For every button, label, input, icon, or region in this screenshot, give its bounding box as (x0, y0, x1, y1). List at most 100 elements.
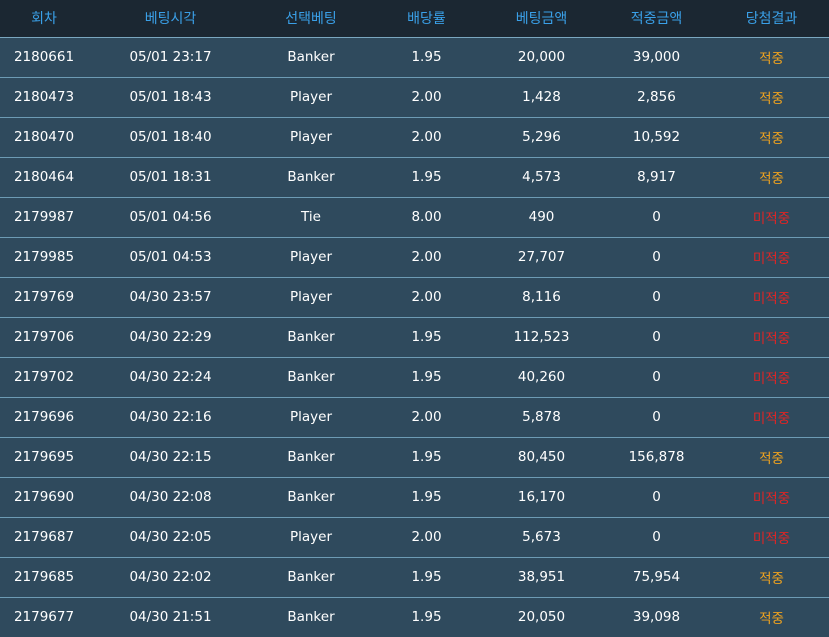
cell-result: 적중 (714, 37, 829, 78)
cell-round: 2179677 (13, 609, 75, 626)
cell-bet-amount: 80,450 (484, 437, 599, 478)
column-header-bet-amount: 베팅금액 (484, 0, 599, 38)
cell-payout: 75,954 (599, 557, 714, 598)
cell-bet-time: 04/30 22:15 (88, 437, 253, 478)
cell-bet-amount: 16,170 (484, 477, 599, 518)
cell-payout: 39,000 (599, 37, 714, 78)
cell-payout: 0 (599, 477, 714, 518)
cell-bet-time: 05/01 18:40 (88, 117, 253, 158)
cell-payout: 39,098 (632, 609, 681, 626)
cell-bet-amount: 40,260 (484, 357, 599, 398)
table-row: 2179695 04/30 22:15 Banker 1.95 80,450 156,87… (0, 437, 829, 478)
cell-result: 미적중 (714, 317, 829, 358)
cell-round: 2179685 (0, 557, 88, 598)
table-row: 2179706 04/30 22:29 Banker 1.95 112,523 0 미적중 (0, 317, 829, 358)
cell-bet-time: 05/01 18:31 (88, 157, 253, 198)
cell-round: 2179687 (0, 517, 88, 558)
cell-result: 미적중 (714, 357, 829, 398)
table-row: 2179696 04/30 22:16 Player 2.00 5,878 0 미적중 (0, 397, 829, 438)
table-header: 회차 베팅시각 선택베팅 배당률 베팅금액 적중금액 당첨결과 (0, 0, 829, 38)
cell-pick: Banker (253, 357, 369, 398)
cell-bet-amount: 38,951 (484, 557, 599, 598)
cell-odds: 2.00 (369, 517, 484, 558)
cell-bet-amount: 5,296 (484, 117, 599, 158)
cell-pick: Player (253, 77, 369, 118)
cell-result: 적중 (714, 557, 829, 598)
cell-result: 적중 (714, 117, 829, 158)
cell-odds: 2.00 (369, 237, 484, 278)
cell-odds: 8.00 (369, 197, 484, 238)
cell-round: 2179696 (0, 397, 88, 438)
cell-result: 미적중 (714, 397, 829, 438)
cell-pick: Tie (253, 197, 369, 238)
column-header-pick: 선택베팅 (253, 0, 369, 38)
cell-round: 2179987 (0, 197, 88, 238)
cell-round: 2179690 (0, 477, 88, 518)
table-row: 2179690 04/30 22:08 Banker 1.95 16,170 0 미적중 (0, 477, 829, 518)
cell-bet-amount: 490 (484, 197, 599, 238)
cell-bet-amount: 5,673 (484, 517, 599, 558)
cell-round: 2179706 (0, 317, 88, 358)
table-row: 2179685 04/30 22:02 Banker 1.95 38,951 75,954… (0, 557, 829, 598)
cell-bet-time: 04/30 22:16 (88, 397, 253, 438)
cell-result: 미적중 (714, 277, 829, 318)
cell-pick: Banker (253, 437, 369, 478)
cell-pick: Banker (253, 557, 369, 598)
cell-round: 2180464 (0, 157, 88, 198)
cell-bet-time: 04/30 22:08 (88, 477, 253, 518)
cell-payout: 0 (599, 277, 714, 318)
header-row: 회차 베팅시각 선택베팅 배당률 베팅금액 적중금액 당첨결과 (0, 0, 829, 38)
cell-result: 미적중 (714, 237, 829, 278)
table-row: 2180470 05/01 18:40 Player 2.00 5,296 10,592 적… (0, 117, 829, 158)
cell-bet-amount: 20,000 (484, 37, 599, 78)
cell-bet-time: 05/01 04:53 (88, 237, 253, 278)
cell-result: 미적중 (714, 477, 829, 518)
cell-round: 2180661 (0, 37, 88, 78)
cell-payout: 0 (599, 197, 714, 238)
cell-payout: 0 (599, 397, 714, 438)
cell-result: 적중 (759, 611, 784, 628)
column-header-odds: 배당률 (369, 0, 484, 38)
cell-bet-time: 04/30 22:02 (88, 557, 253, 598)
cell-result: 미적중 (714, 517, 829, 558)
cell-odds: 1.95 (369, 317, 484, 358)
cell-bet-amount: 5,878 (484, 397, 599, 438)
cell-bet-time: 04/30 22:24 (88, 357, 253, 398)
cell-pick: Banker (287, 609, 335, 626)
bet-history-table: 회차 베팅시각 선택베팅 배당률 베팅금액 적중금액 당첨결과 2180661 0… (0, 0, 829, 637)
cell-pick: Player (253, 117, 369, 158)
cell-round: 2179702 (0, 357, 88, 398)
cell-payout: 0 (599, 357, 714, 398)
cell-bet-time: 05/01 23:17 (88, 37, 253, 78)
cell-result: 적중 (714, 77, 829, 118)
cell-result: 적중 (714, 157, 829, 198)
cell-bet-amount: 8,116 (484, 277, 599, 318)
cell-payout: 0 (599, 317, 714, 358)
cell-bet-time: 04/30 21:51 (129, 609, 212, 626)
cell-round: 2180473 (0, 77, 88, 118)
cell-payout: 8,917 (599, 157, 714, 198)
cell-payout: 2,856 (599, 77, 714, 118)
cell-pick: Player (253, 277, 369, 318)
cell-bet-amount: 20,050 (517, 609, 566, 626)
cell-odds: 1.95 (369, 477, 484, 518)
cell-payout: 10,592 (599, 117, 714, 158)
table-row: 2179985 05/01 04:53 Player 2.00 27,707 0 미적중 (0, 237, 829, 278)
cell-odds: 1.95 (369, 557, 484, 598)
cell-pick: Player (253, 397, 369, 438)
table-row: 2180464 05/01 18:31 Banker 1.95 4,573 8,917 적중 (0, 157, 829, 198)
cell-pick: Player (253, 517, 369, 558)
table-row: 2179769 04/30 23:57 Player 2.00 8,116 0 미적중 (0, 277, 829, 318)
table-row: 2180473 05/01 18:43 Player 2.00 1,428 2,856 적중 (0, 77, 829, 118)
cell-payout: 0 (599, 517, 714, 558)
cell-odds: 1.95 (369, 357, 484, 398)
cell-odds: 2.00 (369, 397, 484, 438)
column-header-round: 회차 (0, 0, 88, 38)
cell-bet-amount: 27,707 (484, 237, 599, 278)
cell-odds: 1.95 (369, 37, 484, 78)
cell-odds: 2.00 (369, 77, 484, 118)
cell-bet-time: 04/30 23:57 (88, 277, 253, 318)
cell-bet-time: 05/01 04:56 (88, 197, 253, 238)
cell-odds: 1.95 (369, 437, 484, 478)
cell-bet-time: 05/01 18:43 (88, 77, 253, 118)
